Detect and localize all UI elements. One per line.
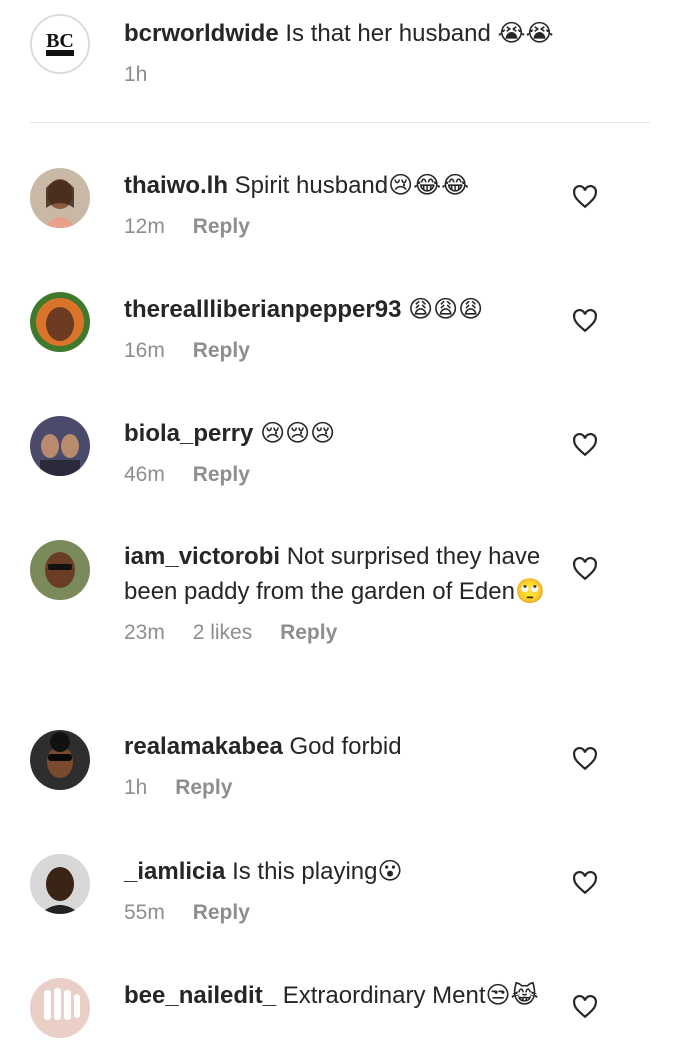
heart-icon[interactable] — [572, 184, 598, 210]
like-count[interactable]: 2 likes — [193, 621, 253, 644]
comment-text: Spirit husband — [234, 172, 389, 199]
comment-username[interactable]: realamakabea — [124, 733, 283, 760]
avatar-image — [30, 730, 90, 790]
avatar[interactable] — [30, 730, 90, 790]
avatar-image — [30, 854, 90, 914]
reply-button[interactable]: Reply — [193, 339, 250, 362]
comment-emoji: 🙄 — [514, 577, 545, 605]
bc-records-logo: BC — [32, 16, 88, 72]
avatar-image — [30, 292, 90, 352]
reply-button[interactable]: Reply — [175, 776, 232, 799]
heart-icon[interactable] — [572, 870, 598, 896]
comment-username[interactable]: _iamlicia — [124, 858, 225, 885]
avatar-image — [30, 416, 90, 476]
comment-time: 1h — [124, 776, 148, 799]
avatar[interactable] — [30, 416, 90, 476]
avatar-image — [30, 540, 90, 600]
comment-username[interactable]: bee_nailedit_ — [124, 982, 276, 1009]
comment-time: 1h — [124, 63, 148, 86]
comment-username[interactable]: thaiwo.lh — [124, 172, 228, 199]
avatar[interactable] — [30, 978, 90, 1038]
reply-button[interactable]: Reply — [193, 463, 250, 486]
avatar-image — [30, 978, 90, 1038]
heart-icon[interactable] — [572, 746, 598, 772]
comment-text: Is this playing — [232, 858, 378, 885]
comment-emoji: 😭😭 — [497, 19, 554, 47]
heart-icon[interactable] — [572, 308, 598, 334]
comment-emoji: 😒😹 — [485, 981, 539, 1009]
reply-button[interactable]: Reply — [280, 621, 337, 644]
avatar[interactable] — [30, 540, 90, 600]
heart-icon[interactable] — [572, 432, 598, 458]
comment-text: Is that her husband — [285, 20, 491, 47]
comment-text: God forbid — [289, 733, 402, 760]
avatar[interactable] — [30, 292, 90, 352]
comment-time: 12m — [124, 215, 165, 238]
comment-emoji: 😮 — [377, 857, 403, 885]
comment-text: Extraordinary Ment — [282, 982, 486, 1009]
heart-icon[interactable] — [572, 556, 598, 582]
comment-username[interactable]: biola_perry — [124, 420, 253, 447]
avatar[interactable] — [30, 168, 90, 228]
comment-username[interactable]: thereallliberianpepper93 — [124, 296, 401, 323]
comment-username[interactable]: bcrworldwide — [124, 20, 279, 47]
comment-time: 46m — [124, 463, 165, 486]
divider — [30, 122, 650, 123]
avatar-image — [30, 168, 90, 228]
comment-emoji: 😢😢😢 — [260, 419, 336, 447]
comment-emoji: 😢😂😂 — [388, 171, 470, 199]
comment-time: 23m — [124, 621, 165, 644]
heart-icon[interactable] — [572, 994, 598, 1020]
svg-text:BC: BC — [46, 30, 74, 52]
comment-time: 16m — [124, 339, 165, 362]
reply-button[interactable]: Reply — [193, 215, 250, 238]
comment-time: 55m — [124, 901, 165, 924]
comment-username[interactable]: iam_victorobi — [124, 543, 280, 570]
reply-button[interactable]: Reply — [193, 901, 250, 924]
comment-emoji: 😩😩😩 — [408, 295, 484, 323]
avatar[interactable] — [30, 854, 90, 914]
avatar[interactable]: BC — [30, 14, 90, 74]
